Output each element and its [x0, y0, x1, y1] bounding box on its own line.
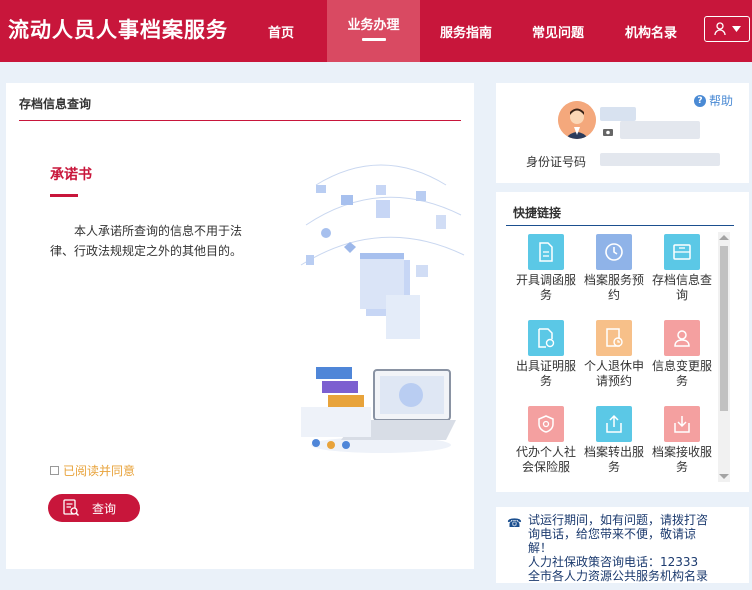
tile-label: 出具证明服务 [516, 359, 577, 388]
notice-text: 试运行期间，如有问题，请拨打咨询电话，给您带来不便，敬请谅解！ 人力社保政策咨询… [528, 513, 718, 583]
certificate-icon [528, 320, 564, 356]
tile-label: 个人退休申请预约 [584, 359, 645, 388]
profile-card: ? 帮助 身份证号码 [496, 83, 749, 183]
institution-directory-link[interactable]: 全市各人力资源公共服务机构名录 [528, 569, 718, 583]
tile-label: 信息变更服务 [652, 359, 713, 388]
user-icon [713, 22, 726, 36]
tile-label: 代办个人社会保险服 [516, 445, 577, 474]
phone-masked [620, 121, 700, 139]
quick-links-divider [506, 225, 734, 226]
username-masked [600, 107, 636, 121]
notice-line-1: 试运行期间，如有问题，请拨打咨询电话，给您带来不便，敬请谅解！ [528, 513, 709, 555]
scroll-down-arrow[interactable] [719, 474, 729, 479]
quick-links-title: 快捷链接 [513, 206, 562, 220]
site-title: 流动人员人事档案服务 [8, 18, 228, 42]
user-edit-icon [664, 320, 700, 356]
query-button-label: 查询 [92, 501, 117, 516]
link-archive-appointment[interactable]: 档案服务预约 [584, 234, 644, 303]
transfer-out-icon [596, 406, 632, 442]
link-archive-receive[interactable]: 档案接收服务 [652, 406, 712, 475]
link-social-insurance-agent[interactable]: 代办个人社会保险服 [516, 406, 576, 475]
quick-links-scrollbar[interactable] [718, 232, 730, 482]
archive-box-icon [664, 234, 700, 270]
id-number-label: 身份证号码 [526, 155, 587, 169]
tile-label: 档案转出服务 [584, 445, 645, 474]
nav-institutions[interactable]: 机构名录 [614, 0, 688, 62]
tile-label: 存档信息查询 [652, 273, 713, 302]
nav-faq[interactable]: 常见问题 [522, 0, 594, 62]
top-header: 流动人员人事档案服务 首页 业务办理 服务指南 常见问题 机构名录 [0, 0, 752, 62]
question-icon: ? [693, 94, 706, 107]
link-retirement-appointment[interactable]: 个人退休申请预约 [584, 320, 644, 389]
link-archive-info-query[interactable]: 存档信息查询 [652, 234, 712, 303]
nav-business[interactable]: 业务办理 [327, 0, 420, 62]
telephone-icon: ☎ [507, 516, 522, 530]
link-archive-transfer-out[interactable]: 档案转出服务 [584, 406, 644, 475]
user-menu-button[interactable] [704, 16, 750, 42]
chevron-down-icon [731, 26, 741, 32]
scroll-up-arrow[interactable] [719, 235, 729, 240]
quick-links-card: 快捷链接 开具调函服务 档案服务预约 存档信息查询 出具证明服务 个人退休申请预… [496, 192, 749, 492]
pledge-title-bar [50, 194, 78, 197]
scroll-thumb[interactable] [720, 246, 728, 411]
query-button[interactable]: 查询 [48, 494, 140, 522]
link-open-transfer-letter[interactable]: 开具调函服务 [516, 234, 576, 303]
id-number-masked [600, 153, 720, 166]
title-divider [19, 120, 461, 121]
phone-icon [603, 129, 613, 136]
tile-label: 档案服务预约 [584, 273, 645, 302]
document-icon [528, 234, 564, 270]
notice-line-2: 人力社保政策咨询电话：12333 [528, 555, 699, 569]
retire-form-icon [596, 320, 632, 356]
transfer-in-icon [664, 406, 700, 442]
link-issue-certificate[interactable]: 出具证明服务 [516, 320, 576, 389]
quick-links-grid: 开具调函服务 档案服务预约 存档信息查询 出具证明服务 个人退休申请预约 信息变… [496, 232, 718, 484]
pledge-title: 承诺书 [50, 167, 92, 183]
pledge-text: 本人承诺所查询的信息不用于法律、行政法规规定之外的其他目的。 [50, 224, 243, 258]
tile-label: 档案接收服务 [652, 445, 713, 474]
nav-service-guide[interactable]: 服务指南 [430, 0, 502, 62]
agree-checkbox-row[interactable]: 已阅读并同意 [50, 462, 135, 479]
nav-home[interactable]: 首页 [246, 0, 316, 62]
help-link[interactable]: ? 帮助 [693, 92, 733, 109]
search-document-icon [63, 499, 80, 517]
panel-title: 存档信息查询 [19, 97, 92, 111]
agree-checkbox[interactable] [50, 466, 59, 475]
link-info-change[interactable]: 信息变更服务 [652, 320, 712, 389]
notice-card: ☎ 试运行期间，如有问题，请拨打咨询电话，给您带来不便，敬请谅解！ 人力社保政策… [496, 507, 749, 583]
tile-label: 开具调函服务 [516, 273, 577, 302]
help-label: 帮助 [708, 94, 733, 108]
clock-icon [596, 234, 632, 270]
archive-query-panel: 存档信息查询 承诺书 本人承诺所查询的信息不用于法律、行政法规规定之外的其他目的… [6, 83, 474, 569]
shield-icon [528, 406, 564, 442]
avatar [558, 101, 596, 139]
agree-label: 已阅读并同意 [63, 464, 136, 478]
data-query-illustration [300, 164, 465, 453]
